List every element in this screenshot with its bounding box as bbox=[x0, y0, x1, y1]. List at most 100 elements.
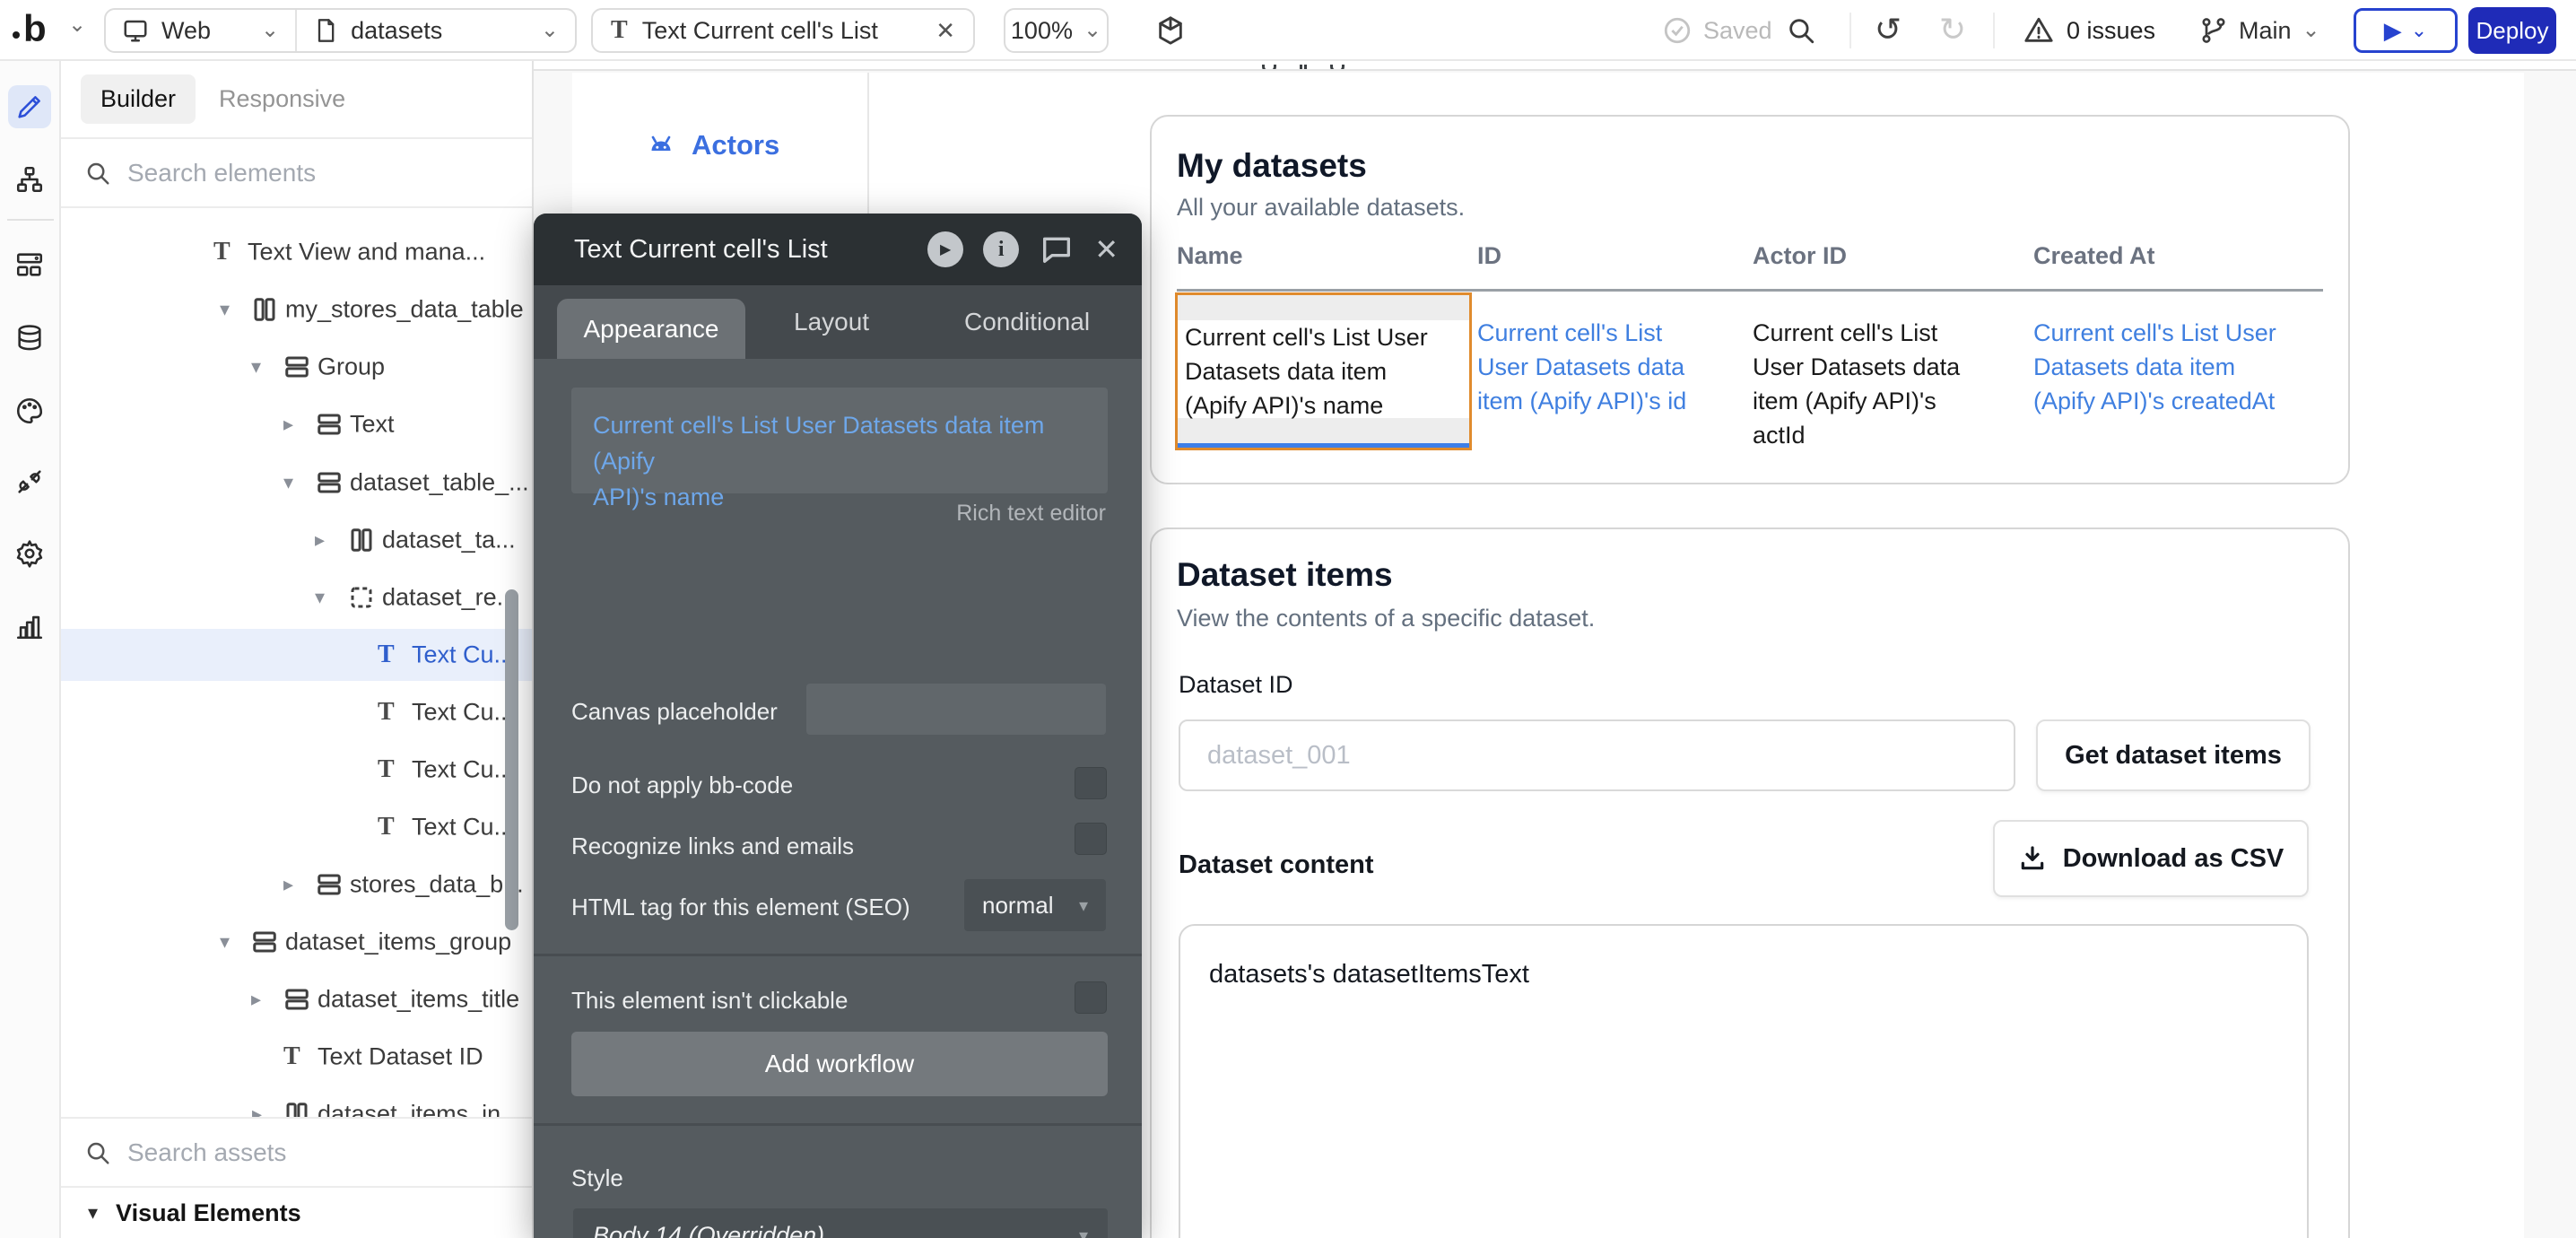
visual-elements-section[interactable]: ▾ Visual Elements bbox=[61, 1186, 532, 1238]
cell-created-at-text[interactable]: Current cell's List User Datasets data i… bbox=[2033, 316, 2343, 418]
dataset-id-input[interactable]: dataset_001 bbox=[1179, 719, 2015, 791]
tree-scrollbar[interactable] bbox=[505, 589, 518, 930]
close-tab-icon[interactable]: ✕ bbox=[936, 17, 955, 45]
deploy-button[interactable]: Deploy bbox=[2468, 7, 2556, 54]
undo-button[interactable]: ↺ bbox=[1875, 11, 1902, 48]
cell-actor-id-text[interactable]: Current cell's List User Datasets data i… bbox=[1753, 316, 2022, 452]
tree-item[interactable]: T Text Cu... bbox=[61, 801, 532, 853]
dataset-content-label: Dataset content bbox=[1179, 850, 1374, 880]
tree-item[interactable]: ▾ my_stores_data_table bbox=[61, 283, 532, 336]
search-assets-placeholder: Search assets bbox=[127, 1138, 286, 1167]
expand-arrow-icon[interactable]: ▸ bbox=[252, 1103, 262, 1117]
recognize-links-checkbox[interactable] bbox=[1075, 823, 1107, 855]
app-context-pill: Web ⌄ datasets ⌄ bbox=[104, 8, 577, 53]
tab-builder[interactable]: Builder bbox=[81, 74, 196, 124]
comment-bubble-icon[interactable] bbox=[1039, 231, 1075, 267]
cell-id-text[interactable]: Current cell's List User Datasets data i… bbox=[1477, 316, 1746, 418]
tree-item[interactable]: ▸ stores_data_b... bbox=[61, 859, 532, 911]
monitor-icon bbox=[122, 17, 149, 44]
search-button[interactable] bbox=[1786, 13, 1816, 48]
issues-indicator[interactable]: 0 issues bbox=[2023, 13, 2155, 48]
branch-selector[interactable]: Main ⌄ bbox=[2199, 13, 2320, 48]
expand-arrow-icon[interactable]: ▾ bbox=[283, 471, 293, 494]
device-label: Web bbox=[161, 17, 211, 45]
expand-arrow-icon[interactable]: ▸ bbox=[283, 413, 293, 436]
dataset-id-label: Dataset ID bbox=[1179, 671, 1293, 699]
tree-item[interactable]: T Text Datasets bbox=[61, 208, 532, 221]
redo-button[interactable]: ↻ bbox=[1939, 11, 1966, 48]
bbcode-checkbox[interactable] bbox=[1075, 767, 1107, 799]
expand-arrow-icon[interactable]: ▸ bbox=[283, 873, 293, 896]
component-library-button[interactable] bbox=[1155, 13, 1186, 48]
preview-button[interactable]: ▶ ⌄ bbox=[2354, 8, 2458, 53]
tab-appearance[interactable]: Appearance bbox=[557, 299, 745, 359]
tab-responsive[interactable]: Responsive bbox=[205, 74, 360, 124]
tree-item[interactable]: T Text Cu... bbox=[61, 744, 532, 796]
rail-plugins-tab[interactable] bbox=[8, 460, 51, 503]
add-workflow-button[interactable]: Add workflow bbox=[571, 1032, 1108, 1096]
rail-components-tab[interactable] bbox=[8, 243, 51, 286]
run-workflow-icon[interactable]: ▶ bbox=[927, 231, 963, 267]
rail-styles-tab[interactable] bbox=[8, 389, 51, 432]
rich-text-value-box[interactable]: Current cell's List User Datasets data i… bbox=[571, 388, 1108, 493]
expand-arrow-icon[interactable]: ▾ bbox=[315, 586, 325, 609]
page-icon bbox=[313, 18, 338, 43]
group-element-icon bbox=[316, 411, 343, 438]
canvas-placeholder-input[interactable] bbox=[806, 684, 1106, 735]
palette-icon bbox=[14, 396, 45, 426]
device-selector[interactable]: Web ⌄ bbox=[106, 10, 295, 51]
page-selector[interactable]: datasets ⌄ bbox=[297, 10, 575, 51]
package-icon bbox=[1155, 15, 1186, 46]
tree-item[interactable]: ▾ dataset_table_... bbox=[61, 457, 532, 509]
property-panel-header[interactable]: Text Current cell's List ▶ i ✕ bbox=[534, 214, 1142, 285]
rail-settings-tab[interactable] bbox=[8, 532, 51, 575]
section-divider bbox=[534, 954, 1142, 956]
tree-item[interactable]: ▾ Group bbox=[61, 341, 532, 393]
selection-underline bbox=[1178, 443, 1469, 448]
search-assets-input[interactable]: Search assets bbox=[61, 1117, 532, 1186]
sidebar-item-actors[interactable]: Actors bbox=[645, 129, 779, 161]
rail-logs-tab[interactable] bbox=[8, 605, 51, 648]
info-icon[interactable]: i bbox=[983, 231, 1019, 267]
open-element-tab[interactable]: T Text Current cell's List ✕ bbox=[591, 8, 975, 53]
group-element-icon bbox=[283, 353, 310, 380]
tree-item[interactable]: ▸ dataset_items_title bbox=[61, 973, 532, 1025]
tree-item[interactable]: ▸ Text bbox=[61, 398, 532, 450]
expand-arrow-icon[interactable]: ▾ bbox=[251, 355, 261, 379]
download-csv-button[interactable]: Download as CSV bbox=[1993, 820, 2309, 897]
not-clickable-checkbox[interactable] bbox=[1075, 981, 1107, 1014]
expand-arrow-icon[interactable]: ▾ bbox=[220, 930, 230, 954]
tree-item[interactable]: T Text Dataset ID bbox=[61, 1031, 532, 1083]
tree-item[interactable]: ▾ dataset_items_group bbox=[61, 916, 532, 968]
expand-arrow-icon[interactable]: ▸ bbox=[251, 988, 261, 1011]
get-dataset-items-button[interactable]: Get dataset items bbox=[2036, 719, 2311, 791]
html-tag-select[interactable]: normal ▾ bbox=[964, 879, 1106, 931]
zoom-selector[interactable]: 100% ⌄ bbox=[1004, 8, 1109, 53]
text-element-icon: T bbox=[283, 1044, 300, 1069]
text-element-icon: T bbox=[378, 815, 395, 840]
rich-text-editor-hint[interactable]: Rich text editor bbox=[956, 501, 1106, 527]
style-select[interactable]: Body 14 (Overridden) ▾ bbox=[573, 1208, 1108, 1238]
bubble-logo[interactable]: b bbox=[23, 7, 47, 50]
tree-item-selected[interactable]: T Text Cu... bbox=[61, 629, 532, 681]
rail-data-tab[interactable] bbox=[8, 317, 51, 360]
selected-text-element[interactable]: Current cell's List User Datasets data i… bbox=[1175, 292, 1472, 450]
expand-arrow-icon[interactable]: ▾ bbox=[220, 298, 230, 321]
tree-item[interactable]: T Text Cu... bbox=[61, 686, 532, 738]
tree-item[interactable]: ▾ dataset_re... bbox=[61, 571, 532, 623]
expand-arrow-icon[interactable]: ▸ bbox=[315, 528, 325, 552]
tab-conditional[interactable]: Conditional bbox=[964, 285, 1090, 359]
download-icon bbox=[2018, 844, 2047, 873]
close-panel-icon[interactable]: ✕ bbox=[1094, 232, 1118, 266]
tree-item[interactable]: ▸ dataset_items_in... bbox=[61, 1088, 532, 1117]
left-icon-rail bbox=[0, 61, 61, 1238]
tree-item[interactable]: ▸ dataset_ta... bbox=[61, 514, 532, 566]
tab-layout[interactable]: Layout bbox=[794, 285, 869, 359]
plug-icon bbox=[14, 466, 45, 497]
rail-design-tab[interactable] bbox=[8, 85, 51, 128]
rail-workflow-tab[interactable] bbox=[8, 158, 51, 201]
column-header-id: ID bbox=[1477, 242, 1501, 270]
dataset-content-box[interactable]: datasets's datasetItemsText bbox=[1179, 924, 2309, 1238]
search-elements-input[interactable]: Search elements bbox=[61, 139, 532, 208]
tree-item[interactable]: T Text View and mana... bbox=[61, 226, 532, 278]
